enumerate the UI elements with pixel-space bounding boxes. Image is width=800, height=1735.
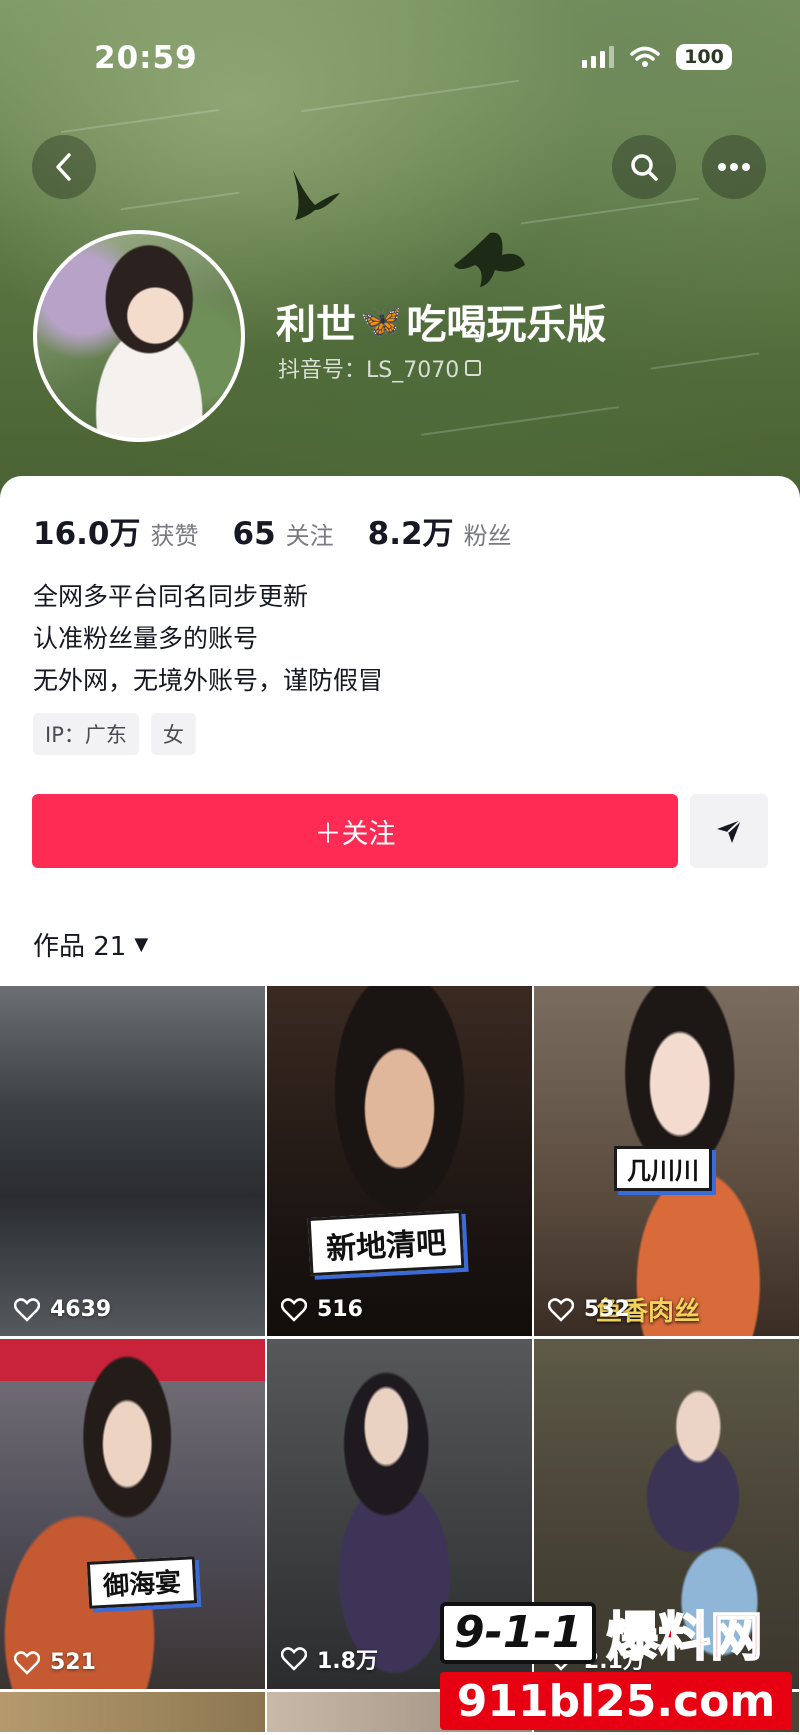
chevron-left-icon <box>56 153 71 181</box>
caret-down-icon: ▼ <box>134 934 149 955</box>
douyin-id-text: 抖音号：LS_7070 <box>278 358 460 383</box>
wifi-icon <box>630 46 660 67</box>
battery-indicator: 100 <box>676 44 732 70</box>
avatar[interactable] <box>33 230 245 442</box>
video-likes-count: 521 <box>50 1650 96 1675</box>
heart-icon <box>281 1297 307 1322</box>
bio-line: 全网多平台同名同步更新 <box>33 582 309 611</box>
heart-icon <box>14 1297 40 1322</box>
search-icon <box>631 154 658 181</box>
follow-button-label: ＋关注 <box>314 818 396 850</box>
watermark-box: 9-1-1 <box>440 1601 597 1664</box>
profile-name-text: 利世 <box>276 302 356 348</box>
search-button[interactable] <box>612 135 676 199</box>
butterfly-decoration-icon <box>454 232 525 287</box>
profile-bio: 全网多平台同名同步更新 认准粉丝量多的账号 无外网，无境外账号，谨防假冒 <box>33 576 383 702</box>
video-likes: 516 <box>281 1297 363 1322</box>
video-likes: 521 <box>14 1650 96 1675</box>
bio-line: 认准粉丝量多的账号 <box>33 624 259 653</box>
works-tab[interactable]: 作品 21 ▼ <box>33 926 148 963</box>
works-label: 作品 21 <box>33 932 127 962</box>
video-tile[interactable]: 御海宴 521 <box>0 1339 265 1689</box>
video-tile[interactable]: 4639 <box>0 986 265 1336</box>
watermark-text: 爆料网 <box>605 1607 763 1669</box>
heart-icon <box>14 1650 40 1675</box>
video-sticker: 几川川 <box>614 1146 712 1191</box>
video-likes: 1.8万 <box>281 1643 378 1675</box>
video-tile[interactable] <box>0 1692 265 1732</box>
video-likes: 4639 <box>14 1297 111 1322</box>
profile-name-text-2: 吃喝玩乐版 <box>406 302 607 348</box>
follow-button[interactable]: ＋关注 <box>32 794 678 868</box>
profile-stats: 16.0万 获赞 65 关注 8.2万 粉丝 <box>33 508 546 553</box>
stat-value: 65 <box>232 516 276 552</box>
stat-value: 8.2万 <box>367 516 454 552</box>
back-button[interactable] <box>32 135 96 199</box>
stat-likes: 16.0万 获赞 <box>33 508 199 553</box>
watermark-logo: 9-1-1 爆料网 <box>440 1595 763 1670</box>
video-likes-count: 4639 <box>50 1297 112 1322</box>
stat-label: 关注 <box>285 522 334 550</box>
status-icons: 100 <box>582 44 732 70</box>
status-time: 20:59 <box>94 40 198 76</box>
heart-icon <box>281 1647 307 1671</box>
stat-following[interactable]: 65 关注 <box>233 516 334 552</box>
more-icon <box>718 163 750 171</box>
tag-gender: 女 <box>150 713 196 755</box>
douyin-id[interactable]: 抖音号：LS_7070 <box>278 352 482 384</box>
tag-ip: IP：广东 <box>33 713 139 755</box>
watermark-url: 911bl25.com <box>440 1672 792 1730</box>
heart-icon <box>548 1297 574 1322</box>
share-button[interactable] <box>690 794 768 868</box>
video-likes-count: 516 <box>317 1297 363 1322</box>
send-icon <box>717 819 742 843</box>
video-sticker: 御海宴 <box>86 1556 198 1609</box>
bio-line: 无外网，无境外账号，谨防假冒 <box>33 666 384 695</box>
stat-value: 16.0万 <box>33 516 141 552</box>
more-button[interactable] <box>702 135 766 199</box>
video-likes: 532 <box>548 1297 630 1322</box>
copy-icon[interactable] <box>465 360 482 376</box>
video-likes-count: 1.8万 <box>317 1649 378 1674</box>
video-tile[interactable]: 几川川 鱼香肉丝 532 <box>534 986 799 1336</box>
stat-followers[interactable]: 8.2万 粉丝 <box>368 508 512 553</box>
butterfly-decoration-icon <box>293 170 340 220</box>
video-likes-count: 532 <box>584 1297 630 1322</box>
stat-label: 获赞 <box>150 522 199 550</box>
signal-icon <box>582 46 614 68</box>
profile-card: 16.0万 获赞 65 关注 8.2万 粉丝 全网多平台同名同步更新 认准粉丝量… <box>0 476 800 1735</box>
video-tile[interactable]: 新地清吧 516 <box>267 986 532 1336</box>
profile-name: 利世 🦋 吃喝玩乐版 <box>276 292 606 350</box>
video-sticker: 新地清吧 <box>307 1210 465 1276</box>
profile-tags: IP：广东 女 <box>33 713 196 755</box>
butterfly-emoji: 🦋 <box>360 301 403 341</box>
stat-label: 粉丝 <box>463 522 512 550</box>
